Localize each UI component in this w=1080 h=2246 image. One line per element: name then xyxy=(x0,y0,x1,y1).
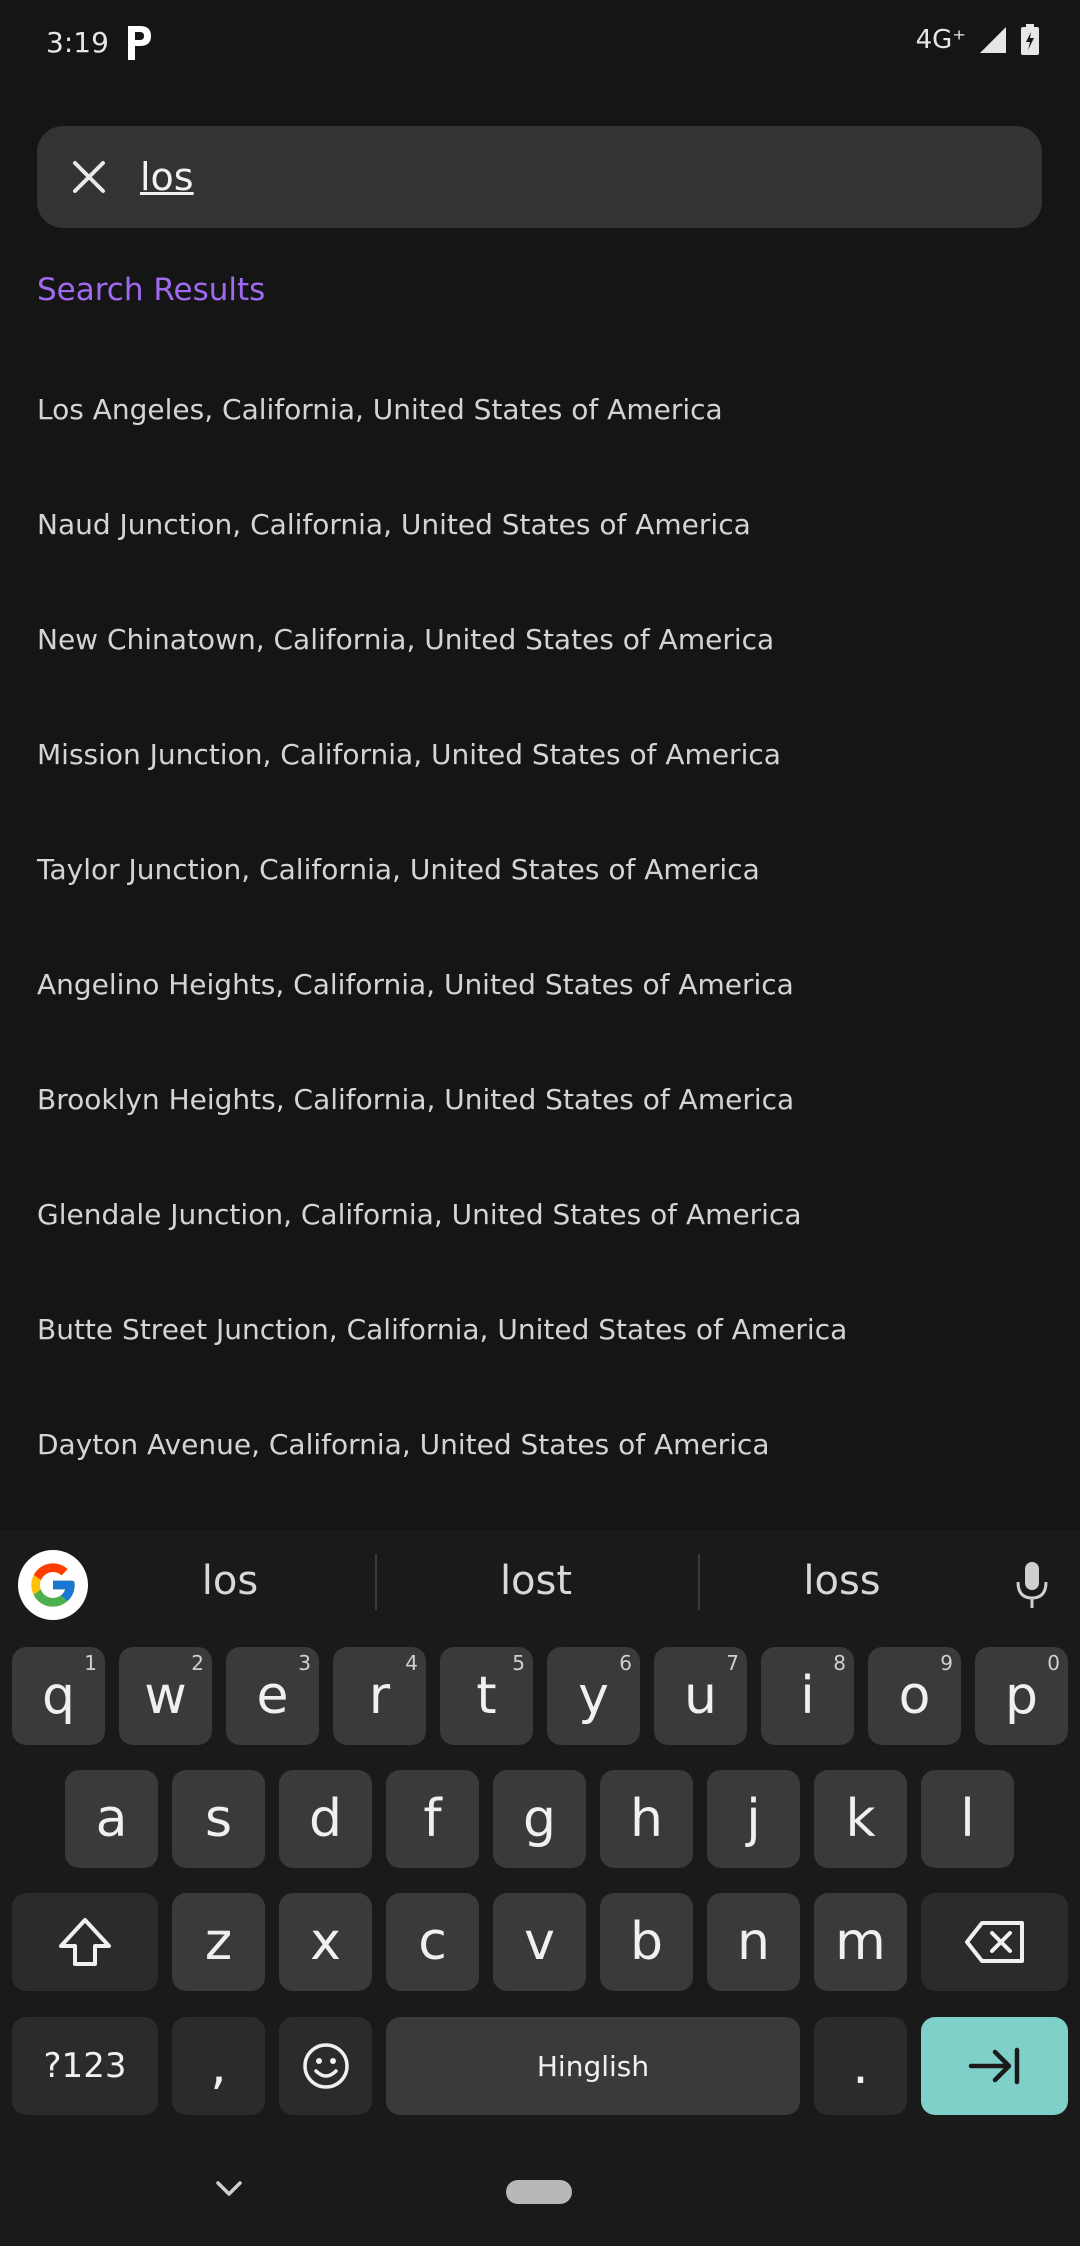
symbols-key[interactable]: ?123 xyxy=(12,2017,158,2115)
result-item[interactable]: Glendale Junction, California, United St… xyxy=(0,1157,1080,1272)
network-type: 4G⁺ xyxy=(915,25,966,55)
key-hint: 7 xyxy=(726,1651,739,1675)
key-x[interactable]: x xyxy=(279,1893,372,1991)
suggestion-bar: los lost loss xyxy=(0,1530,1080,1634)
key-d[interactable]: d xyxy=(279,1770,372,1868)
key-label: y xyxy=(578,1666,609,1726)
key-a[interactable]: a xyxy=(65,1770,158,1868)
result-item[interactable]: New Chinatown, California, United States… xyxy=(0,582,1080,697)
close-icon[interactable] xyxy=(65,153,113,201)
key-label: t xyxy=(476,1666,497,1726)
suggestion-1[interactable]: los xyxy=(80,1558,380,1604)
key-hint: 5 xyxy=(512,1651,525,1675)
key-hint: 6 xyxy=(619,1651,632,1675)
key-r[interactable]: r4 xyxy=(333,1647,426,1745)
result-item[interactable]: Mission Junction, California, United Sta… xyxy=(0,697,1080,812)
result-item[interactable]: Brooklyn Heights, California, United Sta… xyxy=(0,1042,1080,1157)
key-z[interactable]: z xyxy=(172,1893,265,1991)
key-label: w xyxy=(144,1666,187,1726)
search-input[interactable] xyxy=(140,148,1000,206)
suggestion-3[interactable]: loss xyxy=(692,1558,992,1604)
search-bar xyxy=(37,126,1042,228)
key-hint: 4 xyxy=(405,1651,418,1675)
signal-icon xyxy=(980,27,1006,53)
hide-keyboard-icon[interactable] xyxy=(214,2178,244,2200)
key-label: i xyxy=(800,1666,815,1726)
battery-icon xyxy=(1021,24,1039,55)
result-item[interactable]: Angelino Heights, California, United Sta… xyxy=(0,927,1080,1042)
key-b[interactable]: b xyxy=(600,1893,693,1991)
emoji-icon xyxy=(302,2043,349,2089)
key-e[interactable]: e3 xyxy=(226,1647,319,1745)
period-key[interactable]: . xyxy=(814,2017,907,2115)
result-item[interactable]: Butte Street Junction, California, Unite… xyxy=(0,1272,1080,1387)
key-f[interactable]: f xyxy=(386,1770,479,1868)
key-label: u xyxy=(684,1666,717,1726)
shift-key[interactable] xyxy=(12,1893,158,1991)
key-v[interactable]: v xyxy=(493,1893,586,1991)
google-g-icon xyxy=(31,1563,75,1607)
space-key[interactable]: Hinglish xyxy=(386,2017,800,2115)
key-w[interactable]: w2 xyxy=(119,1647,212,1745)
backspace-icon xyxy=(964,1921,1024,1963)
backspace-key[interactable] xyxy=(921,1893,1068,1991)
key-n[interactable]: n xyxy=(707,1893,800,1991)
key-k[interactable]: k xyxy=(814,1770,907,1868)
home-handle[interactable] xyxy=(506,2180,572,2204)
key-hint: 1 xyxy=(84,1651,97,1675)
key-p[interactable]: p0 xyxy=(975,1647,1068,1745)
suggestion-divider xyxy=(375,1554,377,1610)
tab-arrow-icon xyxy=(968,2047,1019,2085)
key-o[interactable]: o9 xyxy=(868,1647,961,1745)
key-label: q xyxy=(41,1666,75,1726)
status-indicators: 4G⁺ xyxy=(916,24,1040,56)
next-key[interactable] xyxy=(921,2017,1068,2115)
status-bar: 3:19 4G⁺ xyxy=(0,0,1080,88)
comma-key[interactable]: , xyxy=(172,2017,265,2115)
result-item[interactable]: Taylor Junction, California, United Stat… xyxy=(0,812,1080,927)
results-list: Los Angeles, California, United States o… xyxy=(0,352,1080,1502)
key-hint: 9 xyxy=(940,1651,953,1675)
google-logo-icon[interactable] xyxy=(18,1550,88,1620)
key-s[interactable]: s xyxy=(172,1770,265,1868)
navigation-bar xyxy=(0,2160,1080,2246)
key-i[interactable]: i8 xyxy=(761,1647,854,1745)
key-hint: 0 xyxy=(1047,1651,1060,1675)
key-l[interactable]: l xyxy=(921,1770,1014,1868)
result-item[interactable]: Naud Junction, California, United States… xyxy=(0,467,1080,582)
key-label: p xyxy=(1004,1666,1038,1726)
key-m[interactable]: m xyxy=(814,1893,907,1991)
suggestion-2[interactable]: lost xyxy=(386,1558,686,1604)
key-hint: 2 xyxy=(191,1651,204,1675)
key-h[interactable]: h xyxy=(600,1770,693,1868)
key-label: r xyxy=(368,1666,391,1726)
key-j[interactable]: j xyxy=(707,1770,800,1868)
mic-icon[interactable] xyxy=(1012,1560,1052,1610)
keyboard: los lost loss q1 w2 e3 r4 t5 y6 u7 i8 o9… xyxy=(0,1530,1080,2246)
key-y[interactable]: y6 xyxy=(547,1647,640,1745)
key-q[interactable]: q1 xyxy=(12,1647,105,1745)
emoji-key[interactable] xyxy=(279,2017,372,2115)
status-time: 3:19 xyxy=(46,26,109,59)
result-item[interactable]: Los Angeles, California, United States o… xyxy=(0,352,1080,467)
key-g[interactable]: g xyxy=(493,1770,586,1868)
key-label: e xyxy=(256,1666,289,1726)
parking-app-icon xyxy=(128,26,151,60)
search-results-heading: Search Results xyxy=(37,272,266,308)
key-label: o xyxy=(898,1666,931,1726)
result-item[interactable]: Dayton Avenue, California, United States… xyxy=(0,1387,1080,1502)
key-u[interactable]: u7 xyxy=(654,1647,747,1745)
key-hint: 3 xyxy=(298,1651,311,1675)
shift-icon xyxy=(59,1918,111,1966)
key-hint: 8 xyxy=(833,1651,846,1675)
key-c[interactable]: c xyxy=(386,1893,479,1991)
key-t[interactable]: t5 xyxy=(440,1647,533,1745)
